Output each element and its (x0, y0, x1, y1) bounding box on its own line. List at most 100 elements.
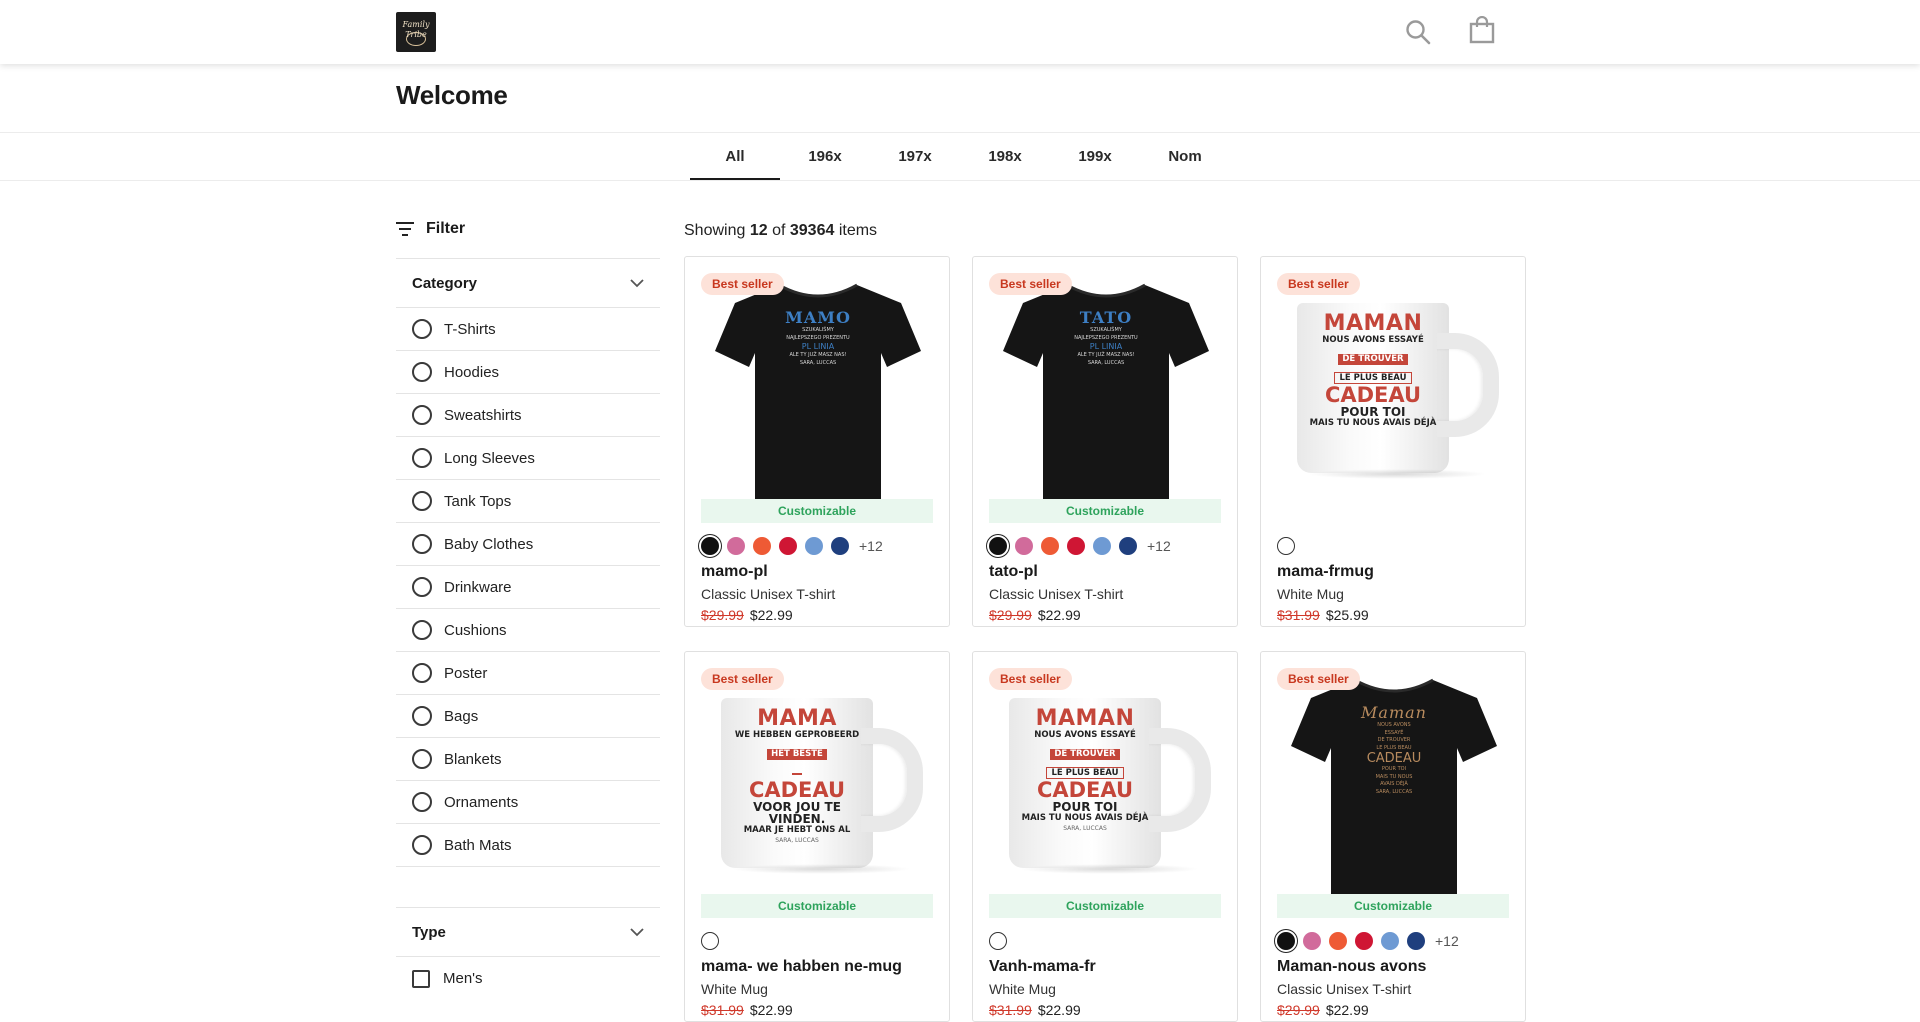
color-swatch[interactable] (1067, 537, 1085, 555)
color-swatch[interactable] (779, 537, 797, 555)
product-image[interactable]: TATO SZUKALIŚMY NAJLEPSZEGO PREZENTU PL LIN… (989, 273, 1221, 499)
radio-button[interactable] (412, 319, 432, 339)
color-swatch[interactable] (1381, 932, 1399, 950)
product-card[interactable]: Best seller MAMA WE HEBBEN GEPROBEERD HE… (684, 651, 950, 1022)
tab-198x[interactable]: 198x (960, 133, 1050, 181)
radio-button[interactable] (412, 577, 432, 597)
color-swatch[interactable] (1329, 932, 1347, 950)
radio-button[interactable] (412, 706, 432, 726)
filter-header[interactable]: Filter (396, 220, 465, 238)
radio-button[interactable] (412, 405, 432, 425)
radio-button[interactable] (412, 491, 432, 511)
category-option[interactable]: Hoodies (396, 351, 660, 394)
radio-button[interactable] (412, 534, 432, 554)
product-image[interactable]: MAMO SZUKALIŚMY NAJLEPSZEGO PREZENTU PL LIN… (701, 273, 933, 499)
color-swatch[interactable] (805, 537, 823, 555)
category-option[interactable]: Ornaments (396, 781, 660, 824)
product-card[interactable]: Best seller MAMAN NOUS AVONS ESSAYÉ DE T… (972, 651, 1238, 1022)
more-colors[interactable]: +12 (1147, 538, 1171, 554)
checkbox[interactable] (412, 969, 430, 988)
category-option[interactable]: Poster (396, 652, 660, 695)
radio-button[interactable] (412, 663, 432, 683)
category-option[interactable]: Cushions (396, 609, 660, 652)
color-swatches (701, 931, 933, 951)
color-swatch[interactable] (1015, 537, 1033, 555)
radio-button[interactable] (412, 362, 432, 382)
category-option[interactable]: Tank Tops (396, 480, 660, 523)
product-name[interactable]: mama-frmug (1277, 563, 1509, 581)
color-swatch[interactable] (753, 537, 771, 555)
product-price: $29.99 $22.99 (701, 607, 933, 623)
product-card[interactable]: Best seller MAMO SZUKALIŚMY NAJLEPSZEGO PR… (684, 256, 950, 627)
color-swatch[interactable] (701, 537, 719, 555)
sale-price: $22.99 (749, 607, 793, 623)
mug-print: MAMAN NOUS AVONS ESSAYÉ DE TROUVER LE PL… (1021, 706, 1149, 833)
color-swatch[interactable] (1093, 537, 1111, 555)
type-option[interactable]: Men's (396, 957, 660, 1000)
type-section-toggle[interactable]: Type (396, 907, 660, 957)
product-card[interactable]: Best seller MAMAN NOUS AVONS ESSAYÉ DE T… (1260, 256, 1526, 627)
color-swatch[interactable] (831, 537, 849, 555)
category-option[interactable]: Blankets (396, 738, 660, 781)
category-option[interactable]: Bath Mats (396, 824, 660, 867)
product-type: White Mug (989, 981, 1056, 997)
product-image[interactable]: MAMAN NOUS AVONS ESSAYÉ DE TROUVER LE PL… (1277, 273, 1509, 499)
tab-197x[interactable]: 197x (870, 133, 960, 181)
color-swatch[interactable] (1041, 537, 1059, 555)
color-swatches: +12 (1277, 931, 1509, 951)
category-option[interactable]: Baby Clothes (396, 523, 660, 566)
radio-button[interactable] (412, 620, 432, 640)
product-price: $31.99 $22.99 (989, 1002, 1221, 1018)
product-name[interactable]: tato-pl (989, 563, 1221, 581)
filter-sidebar: Category T-Shirts Hoodies Sweatshirts Lo… (396, 258, 660, 1000)
top-navigation-bar: Family Tribe (0, 0, 1920, 64)
product-price: $29.99 $22.99 (1277, 1002, 1509, 1018)
radio-button[interactable] (412, 448, 432, 468)
radio-button[interactable] (412, 792, 432, 812)
more-colors[interactable]: +12 (859, 538, 883, 554)
product-image[interactable]: MAMA WE HEBBEN GEPROBEERD HET BESTE CADE… (701, 668, 933, 894)
category-option[interactable]: Bags (396, 695, 660, 738)
product-name[interactable]: mamo-pl (701, 563, 933, 581)
mug-handle (1149, 728, 1211, 832)
best-seller-badge: Best seller (701, 273, 784, 295)
color-swatch[interactable] (727, 537, 745, 555)
filter-title: Filter (426, 220, 466, 237)
shopping-bag-icon[interactable] (1469, 16, 1495, 44)
color-swatch[interactable] (1119, 537, 1137, 555)
option-label: T-Shirts (444, 320, 496, 338)
radio-button[interactable] (412, 835, 432, 855)
results-count: Showing 12 of 39364 items (684, 222, 878, 239)
tab-196x[interactable]: 196x (780, 133, 870, 181)
color-swatch[interactable] (1277, 932, 1295, 950)
category-option[interactable]: Sweatshirts (396, 394, 660, 437)
product-image[interactable]: MAMAN NOUS AVONS ESSAYÉ DE TROUVER LE PL… (989, 668, 1221, 894)
search-icon[interactable] (1405, 19, 1431, 45)
radio-button[interactable] (412, 749, 432, 769)
product-name[interactable]: mama- we habben ne-mug (701, 958, 933, 976)
color-swatch[interactable] (1277, 537, 1295, 555)
color-swatch[interactable] (989, 932, 1007, 950)
color-swatch[interactable] (989, 537, 1007, 555)
tab-all[interactable]: All (690, 133, 780, 181)
category-option[interactable]: Long Sleeves (396, 437, 660, 480)
color-swatch[interactable] (1407, 932, 1425, 950)
product-name[interactable]: Maman-nous avons (1277, 958, 1509, 976)
category-option[interactable]: T-Shirts (396, 308, 660, 351)
category-section-toggle[interactable]: Category (396, 258, 660, 308)
color-swatch[interactable] (1355, 932, 1373, 950)
option-label: Baby Clothes (444, 535, 534, 553)
category-option[interactable]: Drinkware (396, 566, 660, 609)
tab-nom[interactable]: Nom (1140, 133, 1230, 181)
product-card[interactable]: Best seller TATO SZUKALIŚMY NAJLEPSZEGO PR… (972, 256, 1238, 627)
color-swatch[interactable] (701, 932, 719, 950)
color-swatch[interactable] (1303, 932, 1321, 950)
chevron-down-icon (630, 927, 644, 936)
store-logo[interactable]: Family Tribe (396, 12, 436, 52)
more-colors[interactable]: +12 (1435, 933, 1459, 949)
product-image[interactable]: Maman NOUS AVONS ESSAYÉ DE TROUVER LE PLUS B… (1277, 668, 1509, 894)
best-seller-badge: Best seller (1277, 668, 1360, 690)
tab-199x[interactable]: 199x (1050, 133, 1140, 181)
product-card[interactable]: Best seller Maman NOUS AVONS ESSAYÉ DE TROU… (1260, 651, 1526, 1022)
product-name[interactable]: Vanh-mama-fr (989, 958, 1221, 976)
